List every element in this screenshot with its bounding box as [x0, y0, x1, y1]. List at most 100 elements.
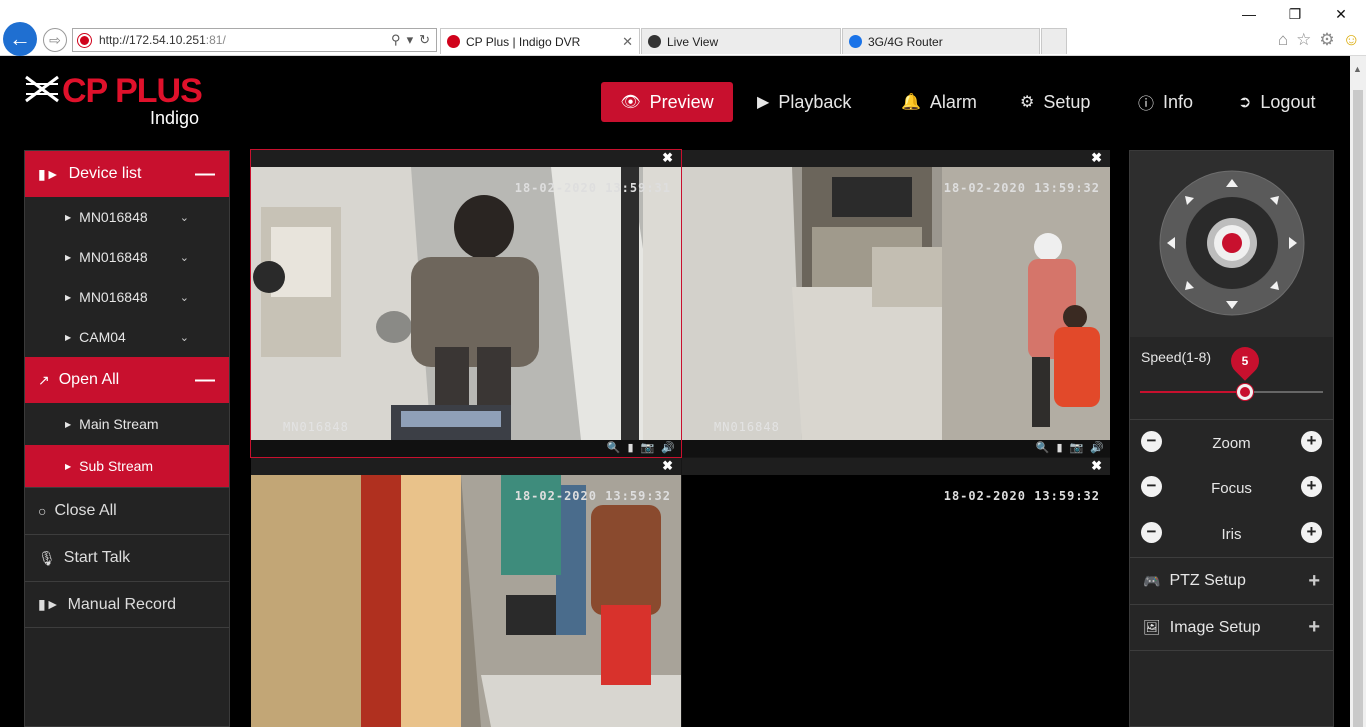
video-cell-4[interactable]: ✖ 18-02-2020 13:59:32	[682, 458, 1110, 727]
eye-icon: 👁	[620, 94, 641, 111]
ptz-joystick[interactable]	[1130, 151, 1333, 337]
minimize-button[interactable]: —	[1226, 6, 1272, 23]
close-video-icon[interactable]: ✖	[662, 458, 673, 474]
nav-label: Info	[1163, 91, 1194, 112]
sub-stream-item[interactable]: ▶ Sub Stream	[25, 445, 229, 487]
image-setup-label: Image Setup	[1169, 618, 1261, 636]
page-scrollbar[interactable]: ▲	[1350, 56, 1366, 727]
tab-router[interactable]: 3G/4G Router	[842, 28, 1040, 54]
zoom-in-button[interactable]: +	[1301, 431, 1322, 452]
cell-toolbar: 🔍 ▮ 📷 🔊	[682, 440, 1110, 457]
settings-gear-icon[interactable]: ⚙	[1319, 30, 1334, 50]
gear-icon: ⚙	[1020, 94, 1035, 111]
camera-name: MN016848	[714, 420, 780, 434]
video-cell-2[interactable]: ✖ 18-02-2020 13:59:32 MN016848 🔍 ▮ 📷 🔊	[682, 150, 1110, 457]
ptz-joystick-area	[1130, 151, 1333, 337]
speed-value: 5	[1241, 354, 1249, 368]
nav-playback[interactable]: ▶ Playback	[757, 82, 851, 122]
expand-plus-icon[interactable]: +	[1308, 616, 1320, 639]
cell-header: ✖	[682, 150, 1110, 167]
speed-slider[interactable]: 5	[1140, 341, 1323, 400]
device-item[interactable]: ▶ CAM04 ⌄	[25, 317, 229, 357]
manual-record-button[interactable]: ▮► Manual Record	[25, 581, 229, 628]
nav-alarm[interactable]: 🔔 Alarm	[901, 82, 977, 122]
camera-feed[interactable]: 18-02-2020 13:59:31 MN016848	[251, 167, 681, 440]
video-cell-3[interactable]: ✖ 18-02-2020 13:59:32	[251, 458, 681, 727]
device-item[interactable]: ▶ MN016848 ⌄	[25, 237, 229, 277]
tab-live-view[interactable]: Live View	[641, 28, 841, 54]
iris-plus-button[interactable]: +	[1301, 522, 1322, 543]
camera-scene-image	[251, 475, 681, 727]
favorites-star-icon[interactable]: ☆	[1296, 30, 1311, 50]
image-setup-row[interactable]: 🖼 Image Setup +	[1130, 604, 1333, 651]
nav-setup[interactable]: ⚙ Setup	[1020, 82, 1090, 122]
cell-header: ✖	[682, 458, 1110, 475]
close-window-button[interactable]: ✕	[1318, 6, 1364, 23]
snapshot-camera-icon[interactable]: 📷	[641, 441, 655, 454]
site-favicon-icon	[78, 33, 91, 47]
focus-plus-button[interactable]: +	[1301, 476, 1322, 497]
ie-favicon-icon	[849, 35, 862, 48]
open-all-header[interactable]: ↗ Open All —	[25, 357, 229, 403]
audio-speaker-icon[interactable]: 🔊	[1090, 441, 1104, 454]
record-video-icon[interactable]: ▮	[628, 441, 634, 454]
camera-feed[interactable]: 18-02-2020 13:59:32	[251, 475, 681, 727]
refresh-icon[interactable]: ↻	[419, 32, 430, 48]
camera-feed[interactable]: 18-02-2020 13:59:32	[682, 475, 1110, 727]
video-camera-icon: ▮►	[38, 596, 60, 612]
tab-cp-plus[interactable]: CP Plus | Indigo DVR ✕	[440, 28, 640, 54]
expand-plus-icon[interactable]: +	[1308, 570, 1320, 593]
nav-label: Setup	[1043, 91, 1091, 112]
close-all-button[interactable]: ○ Close All	[25, 487, 229, 534]
browser-chrome: ← ⇨ http://172.54.10.251:81/ ⚲ ▾ ↻ CP Pl…	[0, 0, 1366, 56]
audio-speaker-icon[interactable]: 🔊	[661, 441, 675, 454]
focus-control: − Focus +	[1130, 465, 1333, 511]
chevron-down-icon[interactable]: ⌄	[180, 251, 189, 264]
nav-logout[interactable]: ➲ Logout	[1238, 82, 1315, 122]
video-cell-1[interactable]: ✖ 18-02-2020 13:59:31 MN016848 🔍 ▮ 📷 🔊	[250, 149, 682, 458]
dvr-app: CP PLUS Indigo 👁 Preview ▶ Playback 🔔 Al…	[0, 56, 1350, 727]
close-video-icon[interactable]: ✖	[1091, 150, 1102, 166]
address-url[interactable]: http://172.54.10.251:81/	[99, 33, 391, 47]
main-stream-item[interactable]: ▶ Main Stream	[25, 403, 229, 445]
tab-close-icon[interactable]: ✕	[622, 34, 633, 50]
speed-slider-handle[interactable]	[1237, 384, 1253, 400]
zoom-in-icon[interactable]: 🔍	[1036, 441, 1050, 454]
record-video-icon[interactable]: ▮	[1057, 441, 1063, 454]
device-item[interactable]: ▶ MN016848 ⌄	[25, 197, 229, 237]
zoom-in-icon[interactable]: 🔍	[607, 441, 621, 454]
address-bar[interactable]: http://172.54.10.251:81/ ⚲ ▾ ↻	[72, 28, 437, 52]
forward-button[interactable]: ⇨	[43, 28, 67, 52]
close-all-label: Close All	[54, 502, 117, 519]
manual-record-label: Manual Record	[67, 595, 177, 613]
nav-info[interactable]: ⓘ Info	[1138, 82, 1193, 122]
camera-feed[interactable]: 18-02-2020 13:59:32 MN016848	[682, 167, 1110, 440]
info-icon: ⓘ	[1138, 96, 1155, 113]
cp-plus-favicon-icon	[447, 35, 460, 48]
new-tab-button[interactable]	[1041, 28, 1067, 54]
home-icon[interactable]: ⌂	[1278, 30, 1288, 50]
chevron-down-icon[interactable]: ⌄	[180, 211, 189, 224]
chevron-down-icon[interactable]: ⌄	[180, 331, 189, 344]
scroll-up-icon[interactable]: ▲	[1353, 64, 1362, 74]
camera-scene-image	[251, 167, 681, 440]
search-icon[interactable]: ⚲	[391, 32, 401, 48]
snapshot-camera-icon[interactable]: 📷	[1070, 441, 1084, 454]
restore-button[interactable]: ❐	[1272, 6, 1318, 23]
collapse-minus-icon[interactable]: —	[195, 369, 215, 392]
collapse-minus-icon[interactable]: —	[195, 163, 215, 186]
device-item[interactable]: ▶ MN016848 ⌄	[25, 277, 229, 317]
ptz-setup-row[interactable]: 🎮 PTZ Setup +	[1130, 557, 1333, 604]
dropdown-arrow-icon[interactable]: ▾	[407, 32, 414, 48]
feedback-smiley-icon[interactable]: ☺	[1343, 30, 1360, 50]
scrollbar-thumb[interactable]	[1353, 90, 1363, 727]
close-video-icon[interactable]: ✖	[662, 150, 673, 166]
brand-name: CP PLUS	[62, 72, 203, 110]
device-list-header[interactable]: ▮► Device list —	[25, 151, 229, 197]
video-grid: ✖ 18-02-2020 13:59:31 MN016848 🔍 ▮ 📷 🔊 ✖…	[250, 149, 1110, 727]
close-video-icon[interactable]: ✖	[1091, 458, 1102, 474]
nav-preview[interactable]: 👁 Preview	[601, 82, 733, 122]
back-button[interactable]: ←	[3, 22, 37, 56]
start-talk-button[interactable]: 🎙 Start Talk	[25, 534, 229, 581]
chevron-down-icon[interactable]: ⌄	[180, 291, 189, 304]
